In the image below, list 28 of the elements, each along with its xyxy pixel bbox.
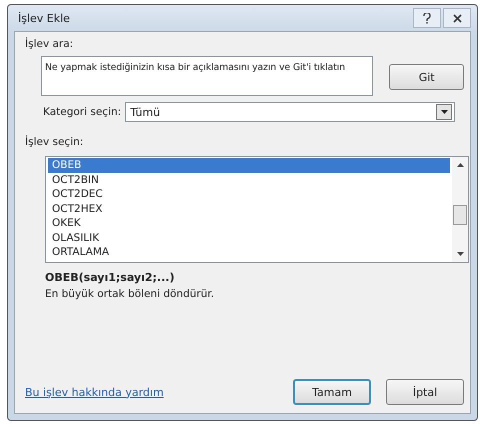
function-list-item[interactable]: OCT2DEC: [48, 187, 450, 202]
help-link[interactable]: Bu işlev hakkında yardım: [25, 386, 278, 398]
scrollbar[interactable]: [452, 157, 468, 262]
ok-button[interactable]: Tamam: [293, 379, 371, 405]
close-icon: [452, 14, 462, 22]
window-title: İşlev Ekle: [17, 12, 71, 24]
function-list-item[interactable]: OCT2BIN: [48, 172, 450, 187]
close-button[interactable]: [443, 8, 471, 28]
function-list-item[interactable]: OBEB: [48, 158, 450, 172]
category-dropdown[interactable]: Tümü: [125, 102, 456, 122]
function-signature: OBEB(sayı1;sayı2;...): [45, 271, 176, 284]
search-field[interactable]: Ne yapmak istediğinizin kısa bir açıklamasını yazın ve Git'i tıklatın: [41, 56, 374, 96]
category-label: Kategori seçin:: [43, 106, 122, 118]
cancel-button[interactable]: İptal: [386, 379, 464, 405]
scroll-thumb[interactable]: [453, 205, 467, 225]
function-list-label: İşlev seçin:: [25, 136, 84, 148]
go-button[interactable]: Git: [389, 64, 464, 90]
function-list-item[interactable]: OLASILIK: [48, 230, 450, 245]
scroll-down-icon: [456, 252, 464, 256]
function-description: En büyük ortak böleni döndürür.: [45, 288, 216, 300]
search-label: İşlev ara:: [25, 38, 74, 50]
function-list-item[interactable]: OCT2HEX: [48, 202, 450, 216]
help-icon: [423, 12, 431, 24]
function-list-item[interactable]: OKEK: [48, 216, 450, 230]
dropdown-arrow-icon: [440, 110, 448, 114]
scroll-up-icon: [456, 163, 464, 167]
function-list-item[interactable]: ORTALAMA: [48, 245, 450, 260]
help-button[interactable]: [413, 8, 441, 28]
